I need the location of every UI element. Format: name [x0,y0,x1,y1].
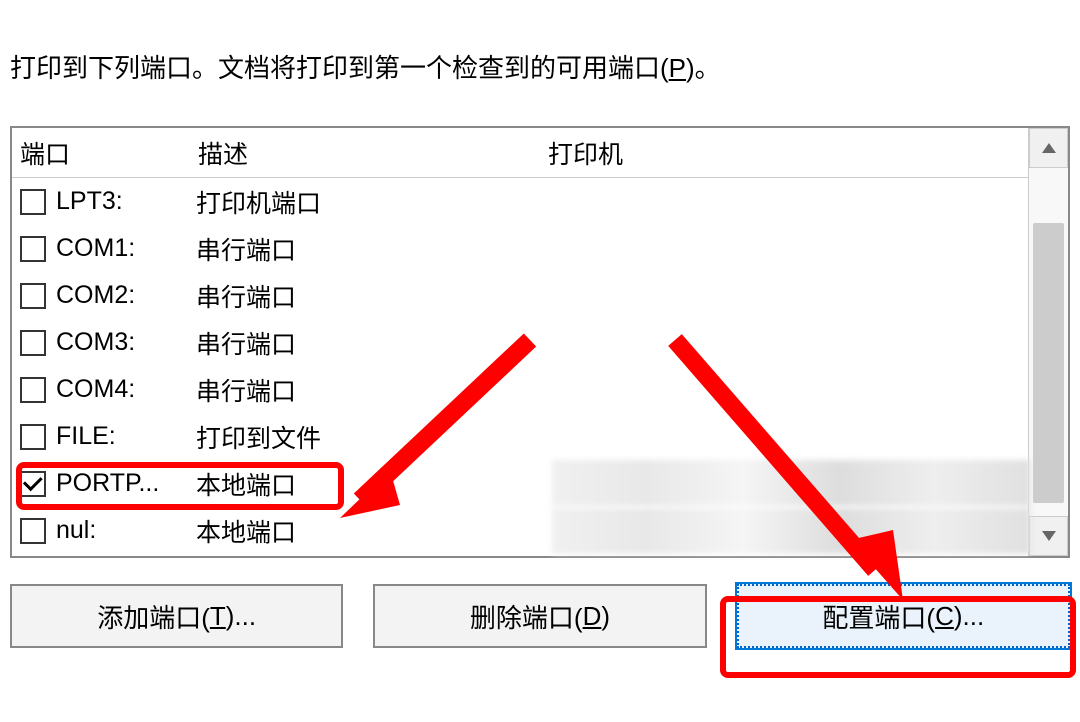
cell-port: PORTP... [56,469,196,498]
cell-description: 打印机端口 [196,184,546,220]
table-row[interactable]: LPT3:打印机端口 [20,178,1028,225]
cell-port: LPT3: [56,187,196,216]
port-checkbox[interactable] [20,424,46,450]
table-row[interactable]: COM3:串行端口 [20,319,1028,366]
button-bar: 添加端口(T)... 删除端口(D) 配置端口(C)... [10,584,1070,648]
delete-port-button[interactable]: 删除端口(D) [373,584,706,648]
port-checkbox[interactable] [20,189,46,215]
add-port-button[interactable]: 添加端口(T)... [10,584,343,648]
table-row[interactable]: COM1:串行端口 [20,225,1028,272]
cell-description: 本地端口 [196,513,546,549]
header-description[interactable]: 描述 [198,135,548,171]
port-checkbox[interactable] [20,236,46,262]
header-port[interactable]: 端口 [20,135,198,171]
port-checkbox[interactable] [20,518,46,544]
table-row[interactable]: FILE:打印到文件 [20,413,1028,460]
port-checkbox[interactable] [20,377,46,403]
scroll-down-button[interactable] [1029,516,1068,556]
cell-description: 串行端口 [196,278,546,314]
vertical-scrollbar[interactable] [1028,128,1068,556]
ports-table: 端口 描述 打印机 LPT3:打印机端口COM1:串行端口COM2:串行端口CO… [10,126,1070,558]
cell-port: FILE: [56,422,196,451]
redacted-area [552,460,1030,506]
table-row[interactable]: COM2:串行端口 [20,272,1028,319]
scroll-thumb[interactable] [1033,223,1064,503]
table-header-row: 端口 描述 打印机 [12,128,1028,178]
port-checkbox[interactable] [20,330,46,356]
scroll-track[interactable] [1029,168,1068,516]
cell-port: COM4: [56,375,196,404]
cell-description: 本地端口 [196,466,546,502]
port-checkbox[interactable] [20,283,46,309]
cell-description: 串行端口 [196,372,546,408]
cell-port: COM1: [56,234,196,263]
instruction-text: 打印到下列端口。文档将打印到第一个检查到的可用端口(P)。 [0,0,1080,86]
redacted-area [552,508,1030,554]
cell-description: 串行端口 [196,231,546,267]
cell-port: nul: [56,516,196,545]
cell-port: COM2: [56,281,196,310]
scroll-up-button[interactable] [1029,128,1068,168]
cell-description: 串行端口 [196,325,546,361]
cell-port: COM3: [56,328,196,357]
port-checkbox[interactable] [20,471,46,497]
header-printer[interactable]: 打印机 [548,135,1028,171]
configure-port-button[interactable]: 配置端口(C)... [737,584,1070,648]
table-row[interactable]: COM4:串行端口 [20,366,1028,413]
cell-description: 打印到文件 [196,419,546,455]
